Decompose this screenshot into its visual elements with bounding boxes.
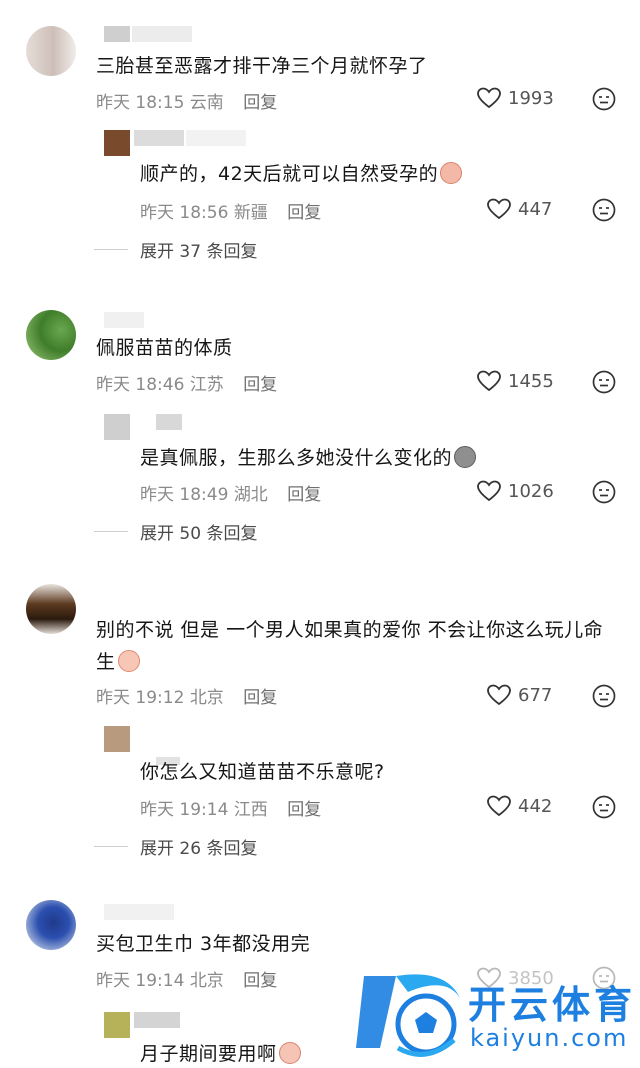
nickname-blurred[interactable] <box>156 414 184 434</box>
reply-avatar[interactable] <box>104 726 130 752</box>
comment-meta: 昨天 19:12 北京 回复 <box>96 683 277 708</box>
expand-replies-button[interactable]: 展开 50 条回复 <box>94 519 257 544</box>
location: 江西 <box>233 800 268 820</box>
heart-outline-icon <box>477 370 501 392</box>
reply-text: 是真佩服，生那么多她没什么变化的 <box>140 442 477 474</box>
like-count: 1455 <box>508 370 554 392</box>
nickname-blurred[interactable] <box>104 904 176 924</box>
divider <box>94 249 128 250</box>
comment-text: 买包卫生巾 3年都没用完 <box>96 933 311 955</box>
like-button[interactable]: 447 <box>486 197 552 221</box>
like-count: 447 <box>518 198 553 220</box>
heart-outline-icon <box>487 198 511 220</box>
like-button[interactable]: 1026 <box>476 479 554 503</box>
location: 湖北 <box>233 485 268 505</box>
timestamp: 昨天 18:46 <box>96 375 185 395</box>
expand-replies-button[interactable]: 展开 26 条回复 <box>94 834 257 859</box>
reply-meta: 昨天 18:49 湖北 回复 <box>140 480 321 505</box>
neutral-face-icon[interactable] <box>592 198 616 222</box>
avatar[interactable] <box>26 26 76 76</box>
emoji-sticker <box>278 1042 301 1064</box>
neutral-face-icon[interactable] <box>592 480 616 504</box>
reply-button[interactable]: 回复 <box>243 375 277 395</box>
soccer-ball-logo-icon <box>356 974 460 1057</box>
reply-avatar[interactable] <box>104 130 130 156</box>
nickname-blurred[interactable] <box>104 26 194 46</box>
reply-avatar[interactable] <box>104 1012 130 1038</box>
like-count: 442 <box>518 795 553 817</box>
reply-button[interactable]: 回复 <box>243 688 277 708</box>
like-button[interactable]: 1455 <box>476 369 554 393</box>
neutral-face-icon[interactable] <box>592 87 616 111</box>
reply-text: 你怎么又知道苗苗不乐意呢? <box>140 761 385 783</box>
emoji-sticker <box>454 446 477 468</box>
timestamp: 昨天 19:14 <box>140 800 229 820</box>
watermark-brand: 开云体育 <box>468 983 637 1027</box>
nickname-blurred[interactable] <box>134 130 248 150</box>
like-count: 1993 <box>508 87 554 109</box>
watermark-url: kaiyun.com <box>470 1024 629 1052</box>
avatar[interactable] <box>26 310 76 360</box>
timestamp: 昨天 18:56 <box>140 203 229 223</box>
reply-meta: 昨天 19:14 江西 回复 <box>140 795 321 820</box>
like-count: 677 <box>518 684 553 706</box>
comment-text: 佩服苗苗的体质 <box>96 337 233 359</box>
nickname-blurred[interactable] <box>104 312 146 332</box>
location: 新疆 <box>233 203 268 223</box>
reply-button[interactable]: 回复 <box>287 800 321 820</box>
expand-replies-button[interactable]: 展开 37 条回复 <box>94 237 257 262</box>
neutral-face-icon[interactable] <box>592 795 616 819</box>
location: 云南 <box>189 93 224 113</box>
comment-meta: 昨天 19:14 北京 回复 <box>96 966 277 991</box>
location: 北京 <box>189 971 224 991</box>
reply-text: 顺产的，42天后就可以自然受孕的 <box>140 158 463 190</box>
heart-outline-icon <box>477 480 501 502</box>
emoji-sticker <box>117 650 140 672</box>
location: 江苏 <box>189 375 224 395</box>
heart-outline-icon <box>477 87 501 109</box>
divider <box>94 531 128 532</box>
comment-text: 别的不说 但是 一个男人如果真的爱你 不会让你这么玩儿命 生 <box>96 619 604 673</box>
neutral-face-icon[interactable] <box>592 370 616 394</box>
timestamp: 昨天 19:12 <box>96 688 185 708</box>
like-button[interactable]: 442 <box>486 794 552 818</box>
timestamp: 昨天 18:15 <box>96 93 185 113</box>
comment-text: 三胎甚至恶露才排干净三个月就怀孕了 <box>96 55 428 77</box>
divider <box>94 846 128 847</box>
emoji-sticker <box>440 162 463 184</box>
watermark-logo: 开云体育 kaiyun.com <box>356 968 636 1060</box>
reply-avatar[interactable] <box>104 414 130 440</box>
reply-meta: 昨天 18:56 新疆 回复 <box>140 198 321 223</box>
timestamp: 昨天 19:14 <box>96 971 185 991</box>
heart-outline-icon <box>487 795 511 817</box>
neutral-face-icon[interactable] <box>592 684 616 708</box>
avatar[interactable] <box>26 584 76 634</box>
timestamp: 昨天 18:49 <box>140 485 229 505</box>
like-button[interactable]: 677 <box>486 683 552 707</box>
reply-button[interactable]: 回复 <box>287 485 321 505</box>
comment-meta: 昨天 18:46 江苏 回复 <box>96 370 277 395</box>
reply-button[interactable]: 回复 <box>243 971 277 991</box>
nickname-blurred[interactable] <box>134 1012 182 1032</box>
reply-button[interactable]: 回复 <box>243 93 277 113</box>
avatar[interactable] <box>26 900 76 950</box>
location: 北京 <box>189 688 224 708</box>
like-button[interactable]: 1993 <box>476 86 554 110</box>
reply-text: 月子期间要用啊 <box>140 1038 301 1068</box>
heart-outline-icon <box>487 684 511 706</box>
like-count: 1026 <box>508 480 554 502</box>
comment-meta: 昨天 18:15 云南 回复 <box>96 88 277 113</box>
reply-button[interactable]: 回复 <box>287 203 321 223</box>
